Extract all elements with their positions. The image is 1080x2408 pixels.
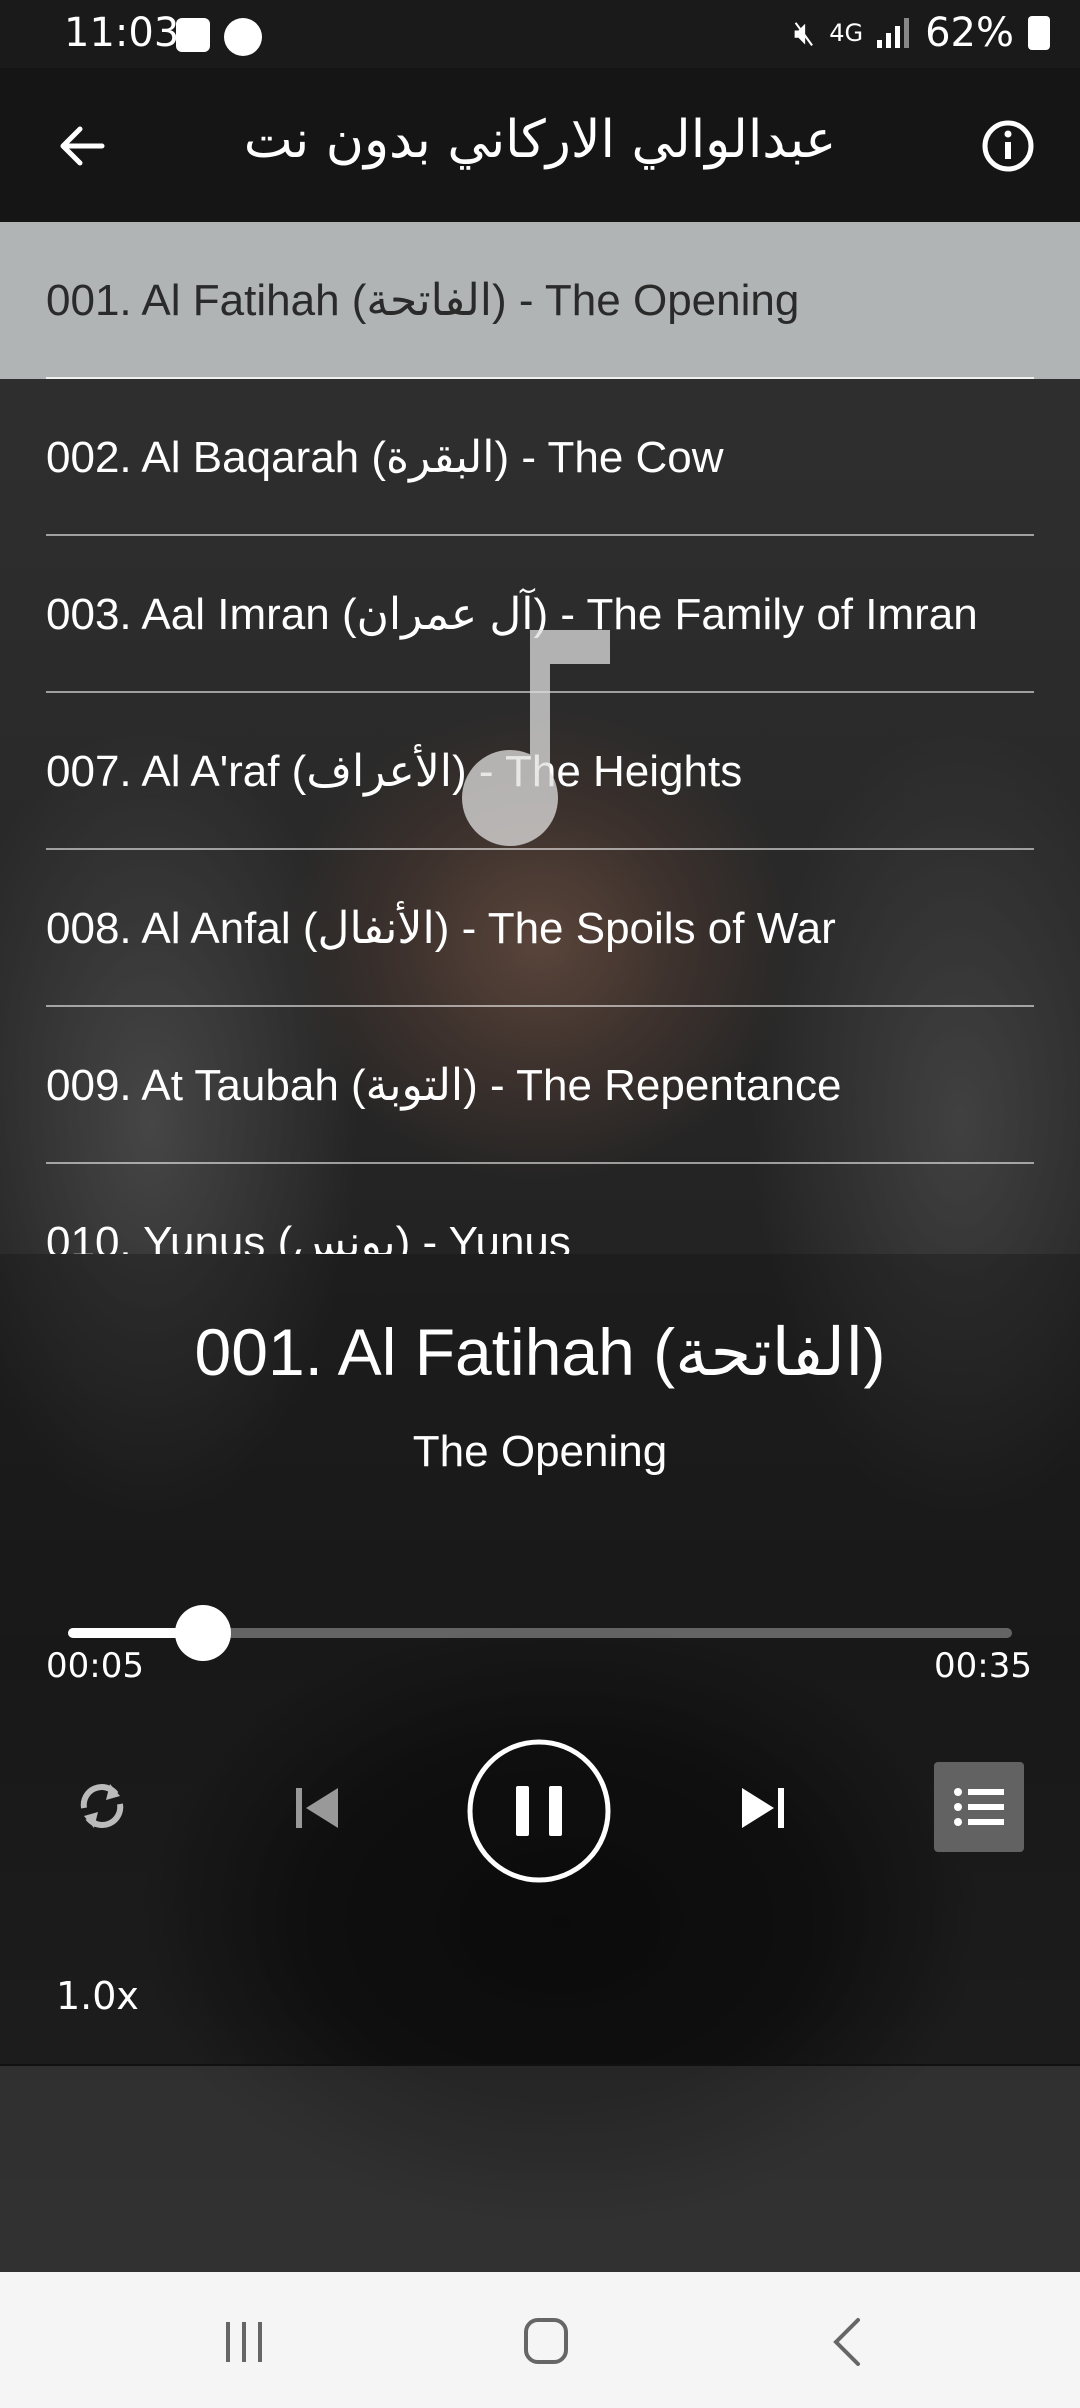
now-playing-title: 001. Al Fatihah (الفاتحة) <box>194 1315 886 1389</box>
back-arrow-icon[interactable] <box>52 116 112 176</box>
previous-track-icon[interactable] <box>292 1782 344 1834</box>
signal-icon <box>877 18 910 48</box>
total-time: 00:35 <box>934 1646 1032 1686</box>
playback-speed[interactable]: 1.0x <box>56 1974 139 2018</box>
playlist-button[interactable] <box>934 1762 1024 1852</box>
seek-bar[interactable] <box>68 1605 1012 1661</box>
track-label: 008. Al Anfal (الأنفال) - The Spoils of … <box>46 904 836 953</box>
next-track-icon[interactable] <box>736 1782 788 1834</box>
recents-icon[interactable] <box>214 2316 274 2368</box>
list-item[interactable]: 002. Al Baqarah (البقرة) - The Cow <box>0 379 1080 536</box>
back-nav-icon[interactable] <box>818 2316 878 2368</box>
track-label: 010. Yunus (يونس) - Yunus <box>46 1218 571 1254</box>
home-icon[interactable] <box>516 2316 576 2368</box>
track-label: 007. Al A'raf (الأعراف) - The Heights <box>46 747 743 796</box>
list-icon <box>954 1788 1004 1826</box>
info-icon[interactable] <box>978 116 1038 176</box>
repeat-icon[interactable] <box>70 1774 134 1838</box>
track-label: 001. Al Fatihah (الفاتحة) - The Opening <box>46 276 800 325</box>
current-time: 00:05 <box>46 1646 144 1686</box>
list-item[interactable]: 010. Yunus (يونس) - Yunus <box>0 1164 1080 1254</box>
page-title: عبدالوالي الاركاني بدون نت <box>243 110 837 170</box>
player-panel: 001. Al Fatihah (الفاتحة) The Opening 00… <box>0 1254 1080 2064</box>
system-navigation-bar <box>0 2272 1080 2408</box>
list-item[interactable]: 009. At Taubah (التوبة) - The Repentance <box>0 1007 1080 1164</box>
call-notification-icon <box>224 18 262 56</box>
music-note-icon <box>462 630 610 846</box>
status-time: 11:03 <box>64 10 180 56</box>
track-label: 009. At Taubah (التوبة) - The Repentance <box>46 1061 842 1110</box>
list-item[interactable]: 008. Al Anfal (الأنفال) - The Spoils of … <box>0 850 1080 1007</box>
now-playing-subtitle: The Opening <box>412 1427 668 1476</box>
gallery-notification-icon <box>176 18 210 52</box>
list-item[interactable]: 001. Al Fatihah (الفاتحة) - The Opening <box>0 222 1080 379</box>
seek-thumb[interactable] <box>174 1605 231 1661</box>
network-type: 4G <box>829 19 864 47</box>
battery-percent: 62% <box>925 10 1014 56</box>
mute-icon: 🔇︎ <box>793 13 816 53</box>
pause-button[interactable] <box>466 1738 612 1884</box>
app-bar: عبدالوالي الاركاني بدون نت <box>0 68 1080 222</box>
track-label: 002. Al Baqarah (البقرة) - The Cow <box>46 433 724 482</box>
battery-icon <box>1028 16 1050 50</box>
ad-placeholder-area <box>0 2066 1080 2272</box>
status-bar: 11:03 🔇︎ 4G 62% <box>0 0 1080 68</box>
